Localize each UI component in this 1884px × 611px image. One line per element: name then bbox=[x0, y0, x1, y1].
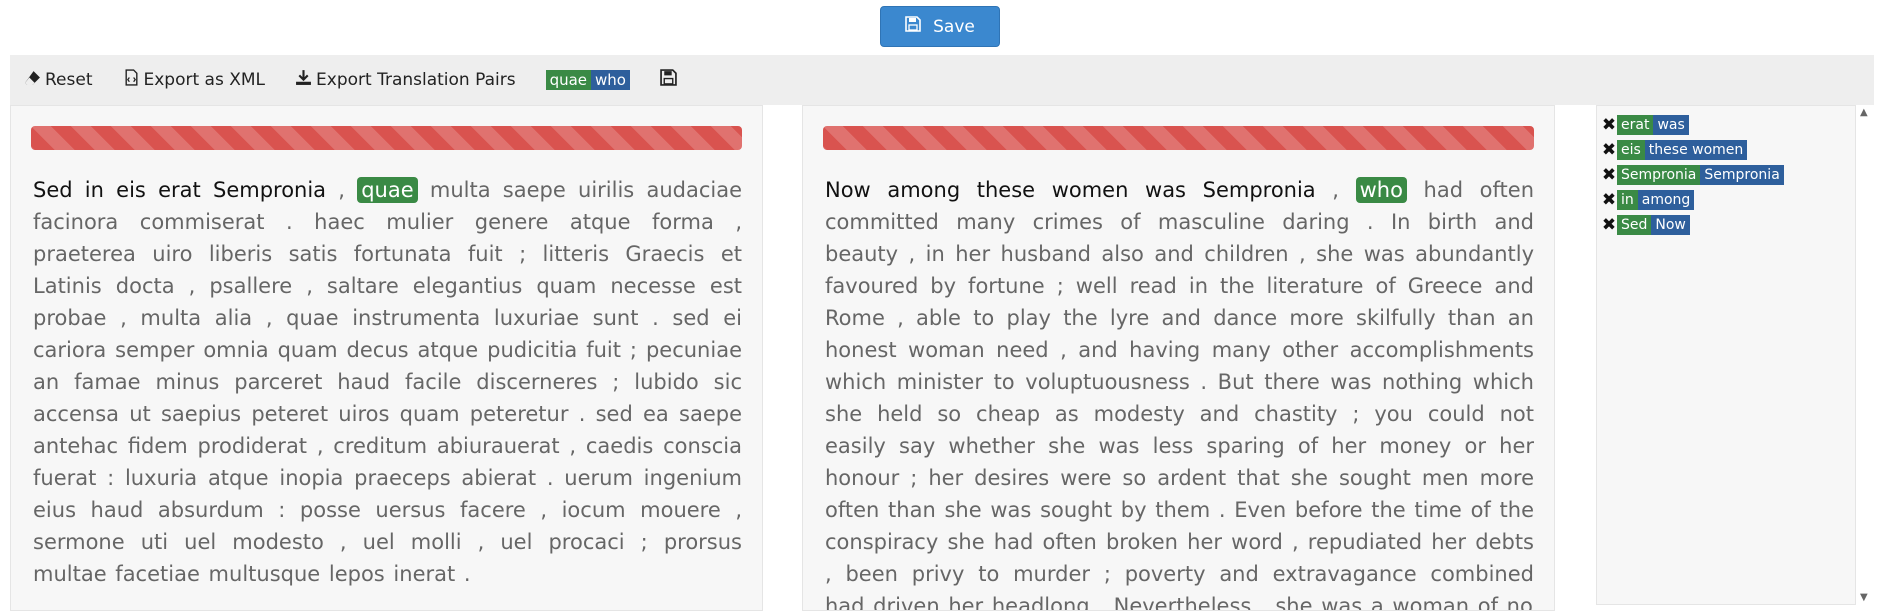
alignment-scrollbar[interactable]: ▲ ▼ bbox=[1858, 105, 1872, 605]
alignment-source: eis bbox=[1617, 139, 1645, 160]
export-pairs-button[interactable]: Export Translation Pairs bbox=[295, 69, 516, 91]
target-selected-word[interactable]: who bbox=[1355, 177, 1407, 203]
alignment-item: ✖ Sempronia Sempronia bbox=[1601, 162, 1784, 187]
alignment-progress-bar bbox=[31, 126, 742, 150]
target-text[interactable]: Now among these women was Sempronia , wh… bbox=[825, 174, 1534, 610]
alignment-source: Sed bbox=[1617, 214, 1652, 235]
remove-alignment-icon[interactable]: ✖ bbox=[1601, 165, 1617, 185]
alignment-source: in bbox=[1617, 189, 1638, 210]
remove-alignment-icon[interactable]: ✖ bbox=[1601, 190, 1617, 210]
alignment-target: Sempronia bbox=[1700, 164, 1784, 185]
alignment-item: ✖ eis these women bbox=[1601, 137, 1784, 162]
alignment-target: these women bbox=[1644, 139, 1748, 160]
alignment-item: ✖ Sed Now bbox=[1601, 212, 1784, 237]
alignment-target: was bbox=[1653, 114, 1689, 135]
source-remaining-text[interactable]: multa saepe uirilis audaciae facinora co… bbox=[33, 178, 742, 586]
save-button[interactable]: Save bbox=[880, 6, 1000, 47]
remove-alignment-icon[interactable]: ✖ bbox=[1601, 215, 1617, 235]
selected-target-word: who bbox=[591, 70, 630, 90]
remove-alignment-icon[interactable]: ✖ bbox=[1601, 140, 1617, 160]
export-pairs-label: Export Translation Pairs bbox=[316, 70, 516, 90]
alignment-item: ✖ in among bbox=[1601, 187, 1784, 212]
alignment-source: erat bbox=[1617, 114, 1654, 135]
target-comma: , bbox=[1315, 178, 1356, 202]
save-pair-button[interactable] bbox=[660, 69, 677, 91]
source-text-panel: Sed in eis erat Sempronia , quae multa s… bbox=[10, 105, 763, 611]
alignment-list: ✖ erat was ✖ eis these women ✖ Sempronia Se… bbox=[1601, 112, 1784, 237]
save-button-label: Save bbox=[933, 16, 975, 37]
download-icon bbox=[295, 69, 312, 91]
alignment-target: Now bbox=[1651, 214, 1690, 235]
source-selected-word[interactable]: quae bbox=[357, 177, 418, 203]
remove-alignment-icon[interactable]: ✖ bbox=[1601, 115, 1617, 135]
floppy-disk-icon bbox=[660, 69, 677, 91]
scroll-down-icon[interactable]: ▼ bbox=[1860, 592, 1868, 603]
toolbar: Reset Export as XML Export Translation P… bbox=[10, 55, 1874, 105]
alignment-item: ✖ erat was bbox=[1601, 112, 1784, 137]
reset-label: Reset bbox=[45, 70, 93, 90]
selected-source-word: quae bbox=[545, 70, 592, 90]
alignment-target: among bbox=[1637, 189, 1695, 210]
floppy-disk-icon bbox=[905, 16, 921, 37]
eraser-icon bbox=[24, 69, 41, 91]
target-text-panel: Now among these women was Sempronia , wh… bbox=[802, 105, 1555, 611]
file-code-icon bbox=[123, 69, 140, 91]
target-aligned-words[interactable]: Now among these women was Sempronia bbox=[825, 178, 1316, 202]
source-text[interactable]: Sed in eis erat Sempronia , quae multa s… bbox=[33, 174, 742, 590]
export-xml-button[interactable]: Export as XML bbox=[123, 69, 266, 91]
selected-pair-chip[interactable]: quae who bbox=[545, 70, 630, 90]
reset-button[interactable]: Reset bbox=[24, 69, 93, 91]
alignment-progress-bar bbox=[823, 126, 1534, 150]
target-remaining-text[interactable]: had often committed many crimes of mascu… bbox=[825, 178, 1534, 610]
alignment-list-panel: ✖ erat was ✖ eis these women ✖ Sempronia Se… bbox=[1596, 105, 1856, 605]
export-xml-label: Export as XML bbox=[143, 70, 266, 90]
scroll-up-icon[interactable]: ▲ bbox=[1860, 107, 1868, 118]
source-aligned-words[interactable]: Sed in eis erat Sempronia bbox=[33, 178, 326, 202]
alignment-source: Sempronia bbox=[1617, 164, 1701, 185]
source-comma: , bbox=[326, 178, 358, 202]
